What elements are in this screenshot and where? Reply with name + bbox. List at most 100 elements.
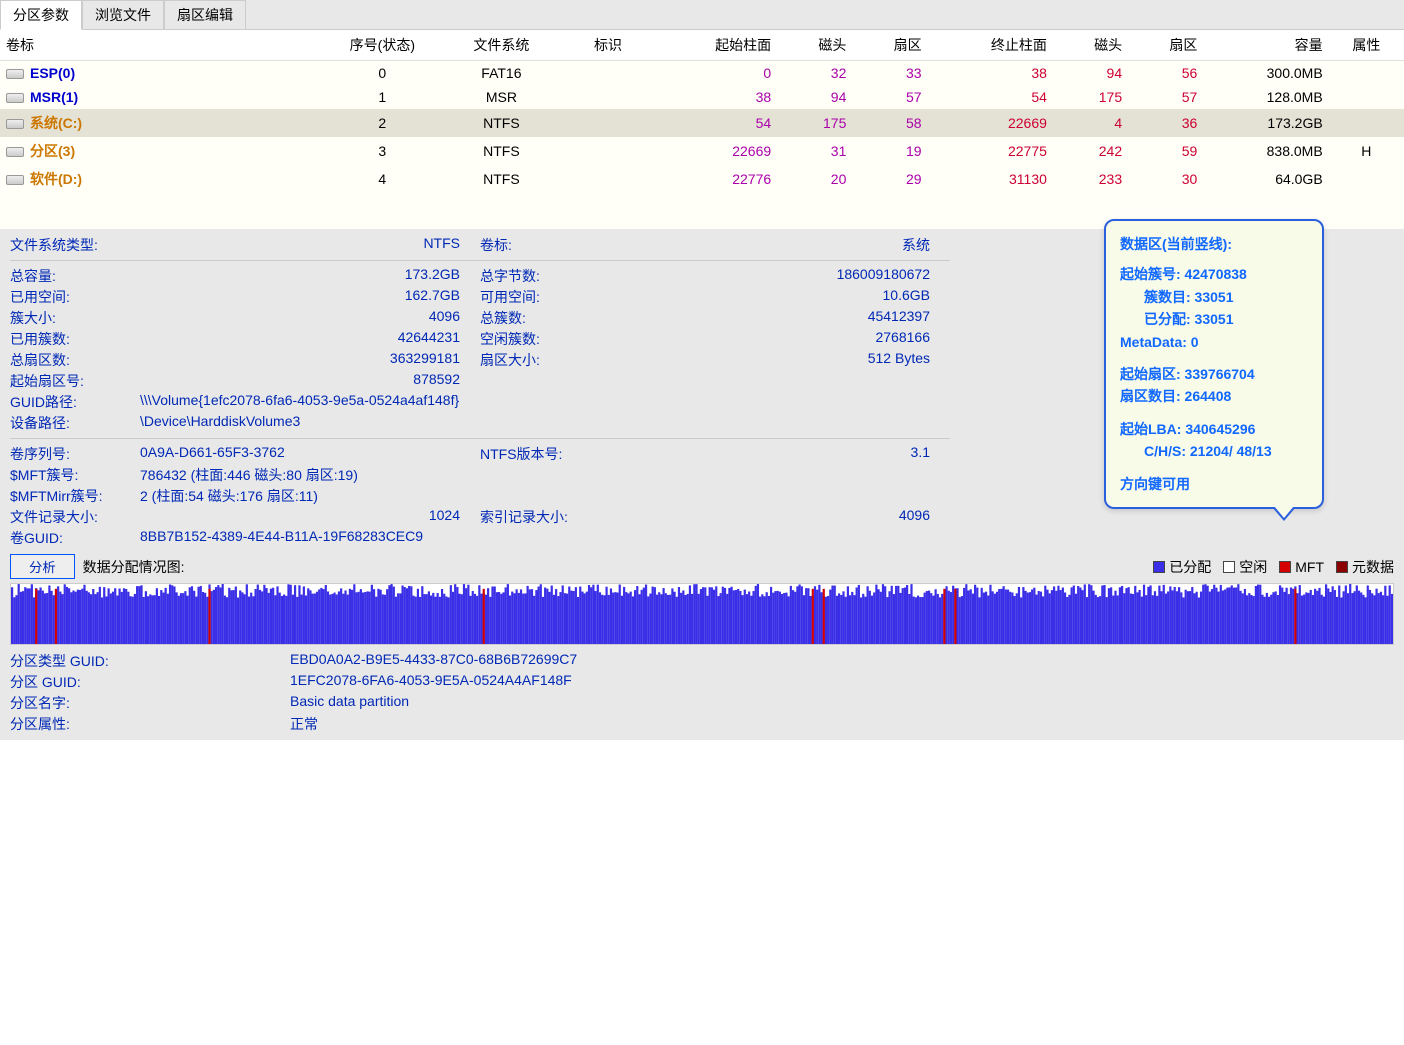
cell-start-cyl: 38 (652, 85, 777, 109)
part-name-label: 分区名字: (10, 693, 290, 713)
cell-end-sec: 56 (1128, 61, 1203, 86)
cluster-size-value: 4096 (140, 308, 480, 328)
cell-end-cyl: 31130 (928, 165, 1053, 193)
volume-guid-value: 8BB7B152-4389-4E44-B11A-19F68283CEC9 (140, 528, 950, 548)
volume-name: 分区(3) (30, 143, 75, 159)
allocation-map[interactable] (10, 583, 1394, 645)
col-capacity[interactable]: 容量 (1203, 30, 1328, 61)
legend-free-swatch (1223, 561, 1235, 573)
tooltip-title: 数据区(当前竖线): (1120, 233, 1308, 255)
legend-alloc-swatch (1153, 561, 1165, 573)
part-type-guid-value: EBD0A0A2-B9E5-4433-87C0-68B6B72699C7 (290, 651, 1090, 671)
table-row[interactable]: ESP(0)0FAT1603233389456300.0MB (0, 61, 1404, 86)
cell-flag (564, 109, 652, 137)
tab-browse-files[interactable]: 浏览文件 (82, 0, 164, 29)
cell-capacity: 64.0GB (1203, 165, 1328, 193)
total-sectors-value: 363299181 (140, 350, 480, 370)
cell-seq: 2 (326, 109, 439, 137)
col-fs[interactable]: 文件系统 (439, 30, 564, 61)
cell-seq: 4 (326, 165, 439, 193)
cell-start-head: 31 (777, 137, 852, 165)
cell-end-sec: 57 (1128, 85, 1203, 109)
disk-icon (6, 119, 24, 129)
tooltip-chs: C/H/S: 21204/ 48/13 (1120, 440, 1308, 462)
cell-attr (1329, 109, 1404, 137)
used-clusters-value: 42644231 (140, 329, 480, 349)
table-row[interactable]: 软件(D:)4NTFS227762029311302333064.0GB (0, 165, 1404, 193)
cell-capacity: 173.2GB (1203, 109, 1328, 137)
cell-flag (564, 165, 652, 193)
tooltip-start-cluster: 起始簇号: 42470838 (1120, 263, 1308, 285)
index-rec-size-value: 4096 (610, 507, 950, 527)
volume-name: MSR(1) (30, 89, 78, 105)
cell-start-cyl: 22776 (652, 165, 777, 193)
part-guid-label: 分区 GUID: (10, 672, 290, 692)
tooltip-start-lba: 起始LBA: 340645296 (1120, 418, 1308, 440)
file-rec-size-value: 1024 (140, 507, 480, 527)
cell-start-cyl: 22669 (652, 137, 777, 165)
part-name-value: Basic data partition (290, 693, 1090, 713)
tab-sector-edit[interactable]: 扇区编辑 (164, 0, 246, 29)
legend-meta-label: 元数据 (1352, 557, 1394, 577)
table-row[interactable]: MSR(1)1MSR3894575417557128.0MB (0, 85, 1404, 109)
disk-icon (6, 175, 24, 185)
col-volume[interactable]: 卷标 (0, 30, 326, 61)
col-end-head[interactable]: 磁头 (1053, 30, 1128, 61)
cell-capacity: 128.0MB (1203, 85, 1328, 109)
tooltip-allocated: 已分配: 33051 (1120, 308, 1308, 330)
ntfs-ver-value: 3.1 (610, 444, 950, 464)
start-sector-value: 878592 (140, 371, 480, 391)
col-seq[interactable]: 序号(状态) (326, 30, 439, 61)
tab-partition-params[interactable]: 分区参数 (0, 0, 82, 30)
mftmirr-label: $MFTMirr簇号: (10, 486, 140, 506)
cell-end-cyl: 22669 (928, 109, 1053, 137)
tooltip-arrow-hint: 方向键可用 (1120, 473, 1308, 495)
total-bytes-label: 总字节数: (480, 266, 610, 286)
col-start-sec[interactable]: 扇区 (852, 30, 927, 61)
cell-fs: FAT16 (439, 61, 564, 86)
cell-start-sec: 19 (852, 137, 927, 165)
cell-start-sec: 29 (852, 165, 927, 193)
cell-attr (1329, 165, 1404, 193)
device-path-value: \Device\HarddiskVolume3 (140, 413, 950, 433)
cell-fs: NTFS (439, 137, 564, 165)
guid-path-value: \\\Volume{1efc2078-6fa6-4053-9e5a-0524a4… (140, 392, 950, 412)
used-space-value: 162.7GB (140, 287, 480, 307)
analyze-button[interactable]: 分析 (10, 554, 75, 579)
ntfs-ver-label: NTFS版本号: (480, 444, 610, 464)
table-row[interactable]: 系统(C:)2NTFS541755822669436173.2GB (0, 109, 1404, 137)
col-flag[interactable]: 标识 (564, 30, 652, 61)
volume-name: 软件(D:) (30, 171, 82, 187)
vsn-label: 卷序列号: (10, 444, 140, 464)
cell-end-sec: 36 (1128, 109, 1203, 137)
disk-icon (6, 147, 24, 157)
cell-start-head: 175 (777, 109, 852, 137)
legend-mft-label: MFT (1295, 559, 1324, 575)
used-space-label: 已用空间: (10, 287, 140, 307)
cell-start-head: 32 (777, 61, 852, 86)
tooltip-sector-count: 扇区数目: 264408 (1120, 385, 1308, 407)
cell-attr: H (1329, 137, 1404, 165)
part-type-guid-label: 分区类型 GUID: (10, 651, 290, 671)
free-space-value: 10.6GB (610, 287, 950, 307)
fs-type-label: 文件系统类型: (10, 235, 140, 255)
table-header-row: 卷标 序号(状态) 文件系统 标识 起始柱面 磁头 扇区 终止柱面 磁头 扇区 … (0, 30, 1404, 61)
cell-fs: MSR (439, 85, 564, 109)
guid-path-label: GUID路径: (10, 392, 140, 412)
col-attr[interactable]: 属性 (1329, 30, 1404, 61)
table-row[interactable]: 分区(3)3NTFS2266931192277524259838.0MBH (0, 137, 1404, 165)
part-attr-value: 正常 (290, 714, 1090, 734)
col-start-cyl[interactable]: 起始柱面 (652, 30, 777, 61)
cell-start-head: 94 (777, 85, 852, 109)
vol-label: 卷标: (480, 235, 610, 255)
col-start-head[interactable]: 磁头 (777, 30, 852, 61)
col-end-cyl[interactable]: 终止柱面 (928, 30, 1053, 61)
cell-flag (564, 61, 652, 86)
mft-value: 786432 (柱面:446 磁头:80 扇区:19) (140, 465, 950, 485)
col-end-sec[interactable]: 扇区 (1128, 30, 1203, 61)
start-sector-label: 起始扇区号: (10, 371, 140, 391)
file-rec-size-label: 文件记录大小: (10, 507, 140, 527)
used-clusters-label: 已用簇数: (10, 329, 140, 349)
cell-end-cyl: 38 (928, 61, 1053, 86)
device-path-label: 设备路径: (10, 413, 140, 433)
